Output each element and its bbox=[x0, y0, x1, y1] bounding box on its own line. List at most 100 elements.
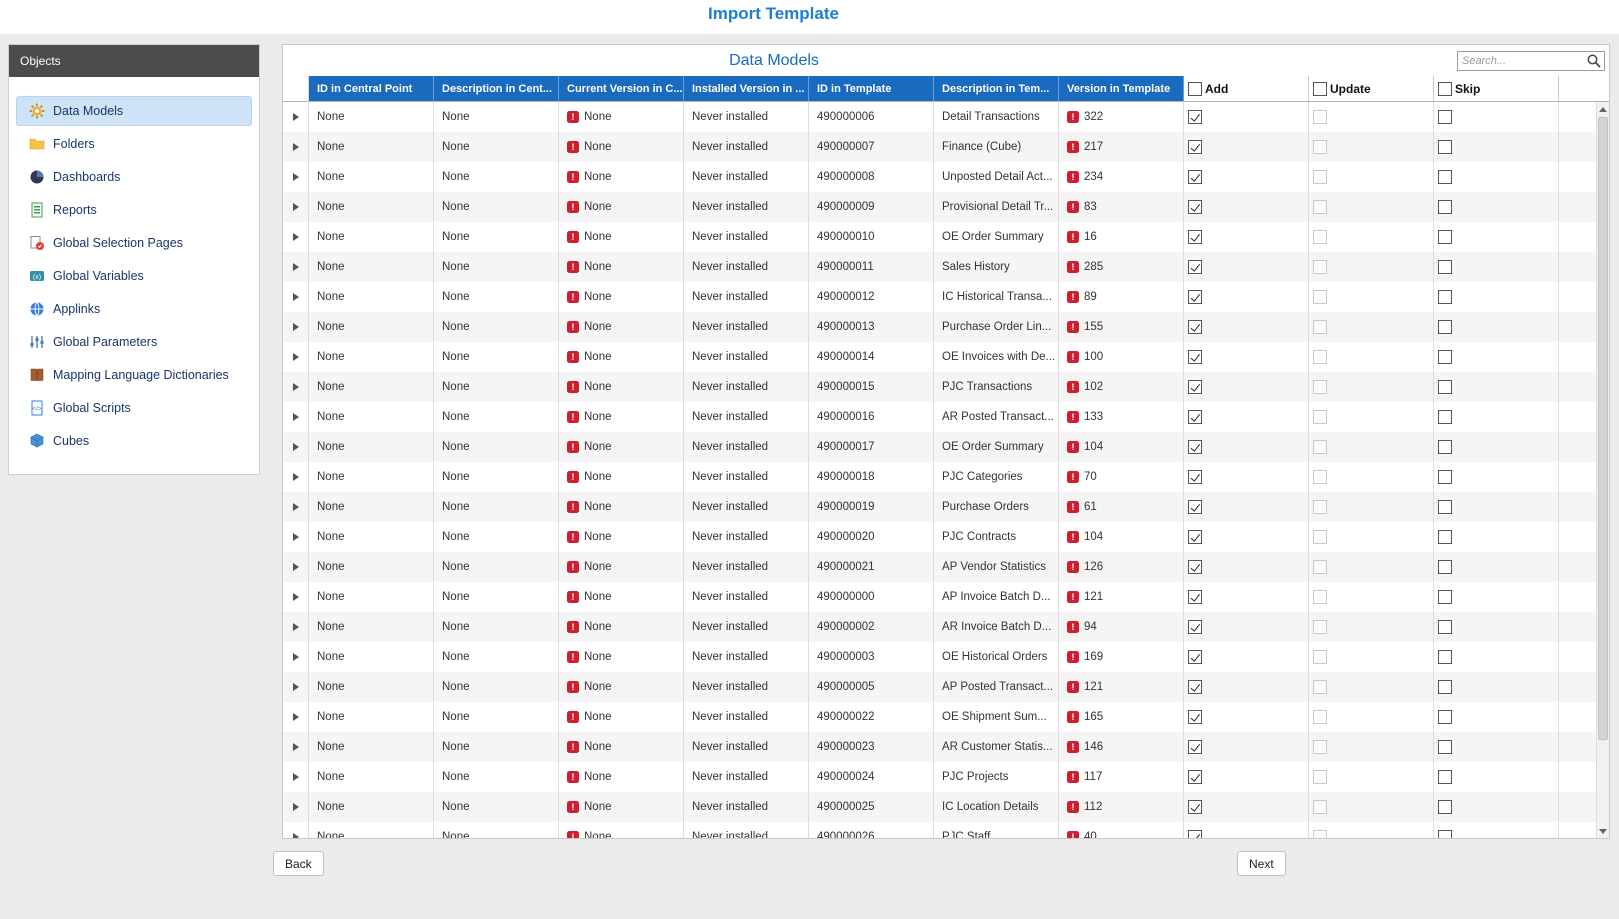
expand-row-button[interactable] bbox=[283, 582, 309, 612]
update-checkbox[interactable] bbox=[1313, 740, 1327, 754]
skip-checkbox[interactable] bbox=[1438, 740, 1452, 754]
next-button[interactable]: Next bbox=[1237, 851, 1286, 876]
expand-row-button[interactable] bbox=[283, 252, 309, 282]
add-checkbox[interactable] bbox=[1188, 590, 1202, 604]
update-checkbox[interactable] bbox=[1313, 260, 1327, 274]
sidebar-item-reports[interactable]: Reports bbox=[16, 195, 252, 225]
add-checkbox[interactable] bbox=[1188, 620, 1202, 634]
expand-row-button[interactable] bbox=[283, 552, 309, 582]
update-checkbox[interactable] bbox=[1313, 830, 1327, 838]
skip-checkbox[interactable] bbox=[1438, 170, 1452, 184]
expand-row-button[interactable] bbox=[283, 612, 309, 642]
add-checkbox[interactable] bbox=[1188, 230, 1202, 244]
skip-checkbox[interactable] bbox=[1438, 470, 1452, 484]
skip-checkbox[interactable] bbox=[1438, 380, 1452, 394]
add-checkbox[interactable] bbox=[1188, 440, 1202, 454]
update-checkbox[interactable] bbox=[1313, 650, 1327, 664]
update-checkbox[interactable] bbox=[1313, 110, 1327, 124]
skip-checkbox[interactable] bbox=[1438, 260, 1452, 274]
sidebar-item-folders[interactable]: Folders bbox=[16, 129, 252, 159]
add-checkbox[interactable] bbox=[1188, 800, 1202, 814]
column-header[interactable]: Version in Template bbox=[1059, 76, 1184, 101]
add-checkbox[interactable] bbox=[1188, 350, 1202, 364]
expand-row-button[interactable] bbox=[283, 492, 309, 522]
sidebar-item-dashboards[interactable]: Dashboards bbox=[16, 162, 252, 192]
update-checkbox[interactable] bbox=[1313, 200, 1327, 214]
add-checkbox[interactable] bbox=[1188, 740, 1202, 754]
add-checkbox[interactable] bbox=[1188, 470, 1202, 484]
expand-row-button[interactable] bbox=[283, 642, 309, 672]
add-checkbox[interactable] bbox=[1188, 530, 1202, 544]
expand-row-button[interactable] bbox=[283, 432, 309, 462]
scroll-thumb[interactable] bbox=[1598, 117, 1608, 740]
search-input[interactable] bbox=[1458, 55, 1586, 67]
skip-checkbox[interactable] bbox=[1438, 650, 1452, 664]
update-checkbox[interactable] bbox=[1313, 800, 1327, 814]
skip-checkbox[interactable] bbox=[1438, 140, 1452, 154]
expand-row-button[interactable] bbox=[283, 402, 309, 432]
skip-checkbox[interactable] bbox=[1438, 230, 1452, 244]
add-checkbox[interactable] bbox=[1188, 710, 1202, 724]
expand-row-button[interactable] bbox=[283, 192, 309, 222]
sidebar-item-global-parameters[interactable]: Global Parameters bbox=[16, 327, 252, 357]
expand-row-button[interactable] bbox=[283, 342, 309, 372]
expand-row-button[interactable] bbox=[283, 792, 309, 822]
column-header[interactable]: ID in Template bbox=[809, 76, 934, 101]
skip-checkbox[interactable] bbox=[1438, 500, 1452, 514]
expand-row-button[interactable] bbox=[283, 312, 309, 342]
scroll-up-arrow[interactable] bbox=[1597, 102, 1609, 116]
expand-row-button[interactable] bbox=[283, 102, 309, 132]
skip-checkbox[interactable] bbox=[1438, 440, 1452, 454]
skip-checkbox[interactable] bbox=[1438, 530, 1452, 544]
skip-checkbox[interactable] bbox=[1438, 590, 1452, 604]
expand-row-button[interactable] bbox=[283, 222, 309, 252]
update-checkbox[interactable] bbox=[1313, 230, 1327, 244]
column-header[interactable]: Current Version in C... bbox=[559, 76, 684, 101]
add-header-checkbox[interactable] bbox=[1188, 82, 1202, 96]
update-checkbox[interactable] bbox=[1313, 680, 1327, 694]
sidebar-item-mapping-language-dictionaries[interactable]: Mapping Language Dictionaries bbox=[16, 360, 252, 390]
add-checkbox[interactable] bbox=[1188, 290, 1202, 304]
update-checkbox[interactable] bbox=[1313, 320, 1327, 334]
expand-row-button[interactable] bbox=[283, 702, 309, 732]
scroll-track[interactable] bbox=[1597, 116, 1609, 824]
add-checkbox[interactable] bbox=[1188, 320, 1202, 334]
skip-checkbox[interactable] bbox=[1438, 350, 1452, 364]
add-checkbox[interactable] bbox=[1188, 500, 1202, 514]
add-checkbox[interactable] bbox=[1188, 170, 1202, 184]
sidebar-item-applinks[interactable]: Applinks bbox=[16, 294, 252, 324]
expand-row-button[interactable] bbox=[283, 822, 309, 838]
update-checkbox[interactable] bbox=[1313, 590, 1327, 604]
add-checkbox[interactable] bbox=[1188, 110, 1202, 124]
skip-checkbox[interactable] bbox=[1438, 560, 1452, 574]
add-checkbox[interactable] bbox=[1188, 410, 1202, 424]
update-checkbox[interactable] bbox=[1313, 140, 1327, 154]
update-checkbox[interactable] bbox=[1313, 560, 1327, 574]
back-button[interactable]: Back bbox=[273, 851, 324, 876]
add-checkbox[interactable] bbox=[1188, 680, 1202, 694]
add-checkbox[interactable] bbox=[1188, 200, 1202, 214]
skip-checkbox[interactable] bbox=[1438, 200, 1452, 214]
update-checkbox[interactable] bbox=[1313, 380, 1327, 394]
skip-checkbox[interactable] bbox=[1438, 410, 1452, 424]
skip-checkbox[interactable] bbox=[1438, 320, 1452, 334]
expand-row-button[interactable] bbox=[283, 132, 309, 162]
add-checkbox[interactable] bbox=[1188, 830, 1202, 838]
update-checkbox[interactable] bbox=[1313, 710, 1327, 724]
skip-checkbox[interactable] bbox=[1438, 770, 1452, 784]
update-checkbox[interactable] bbox=[1313, 410, 1327, 424]
add-checkbox[interactable] bbox=[1188, 770, 1202, 784]
expand-row-button[interactable] bbox=[283, 282, 309, 312]
add-checkbox[interactable] bbox=[1188, 650, 1202, 664]
column-header[interactable]: Description in Tem... bbox=[934, 76, 1059, 101]
update-checkbox[interactable] bbox=[1313, 500, 1327, 514]
column-header[interactable]: ID in Central Point bbox=[309, 76, 434, 101]
sidebar-item-cubes[interactable]: Cubes bbox=[16, 426, 252, 456]
skip-checkbox[interactable] bbox=[1438, 620, 1452, 634]
skip-checkbox[interactable] bbox=[1438, 800, 1452, 814]
update-checkbox[interactable] bbox=[1313, 440, 1327, 454]
expand-row-button[interactable] bbox=[283, 732, 309, 762]
add-checkbox[interactable] bbox=[1188, 560, 1202, 574]
update-checkbox[interactable] bbox=[1313, 290, 1327, 304]
sidebar-item-global-variables[interactable]: (x)Global Variables bbox=[16, 261, 252, 291]
